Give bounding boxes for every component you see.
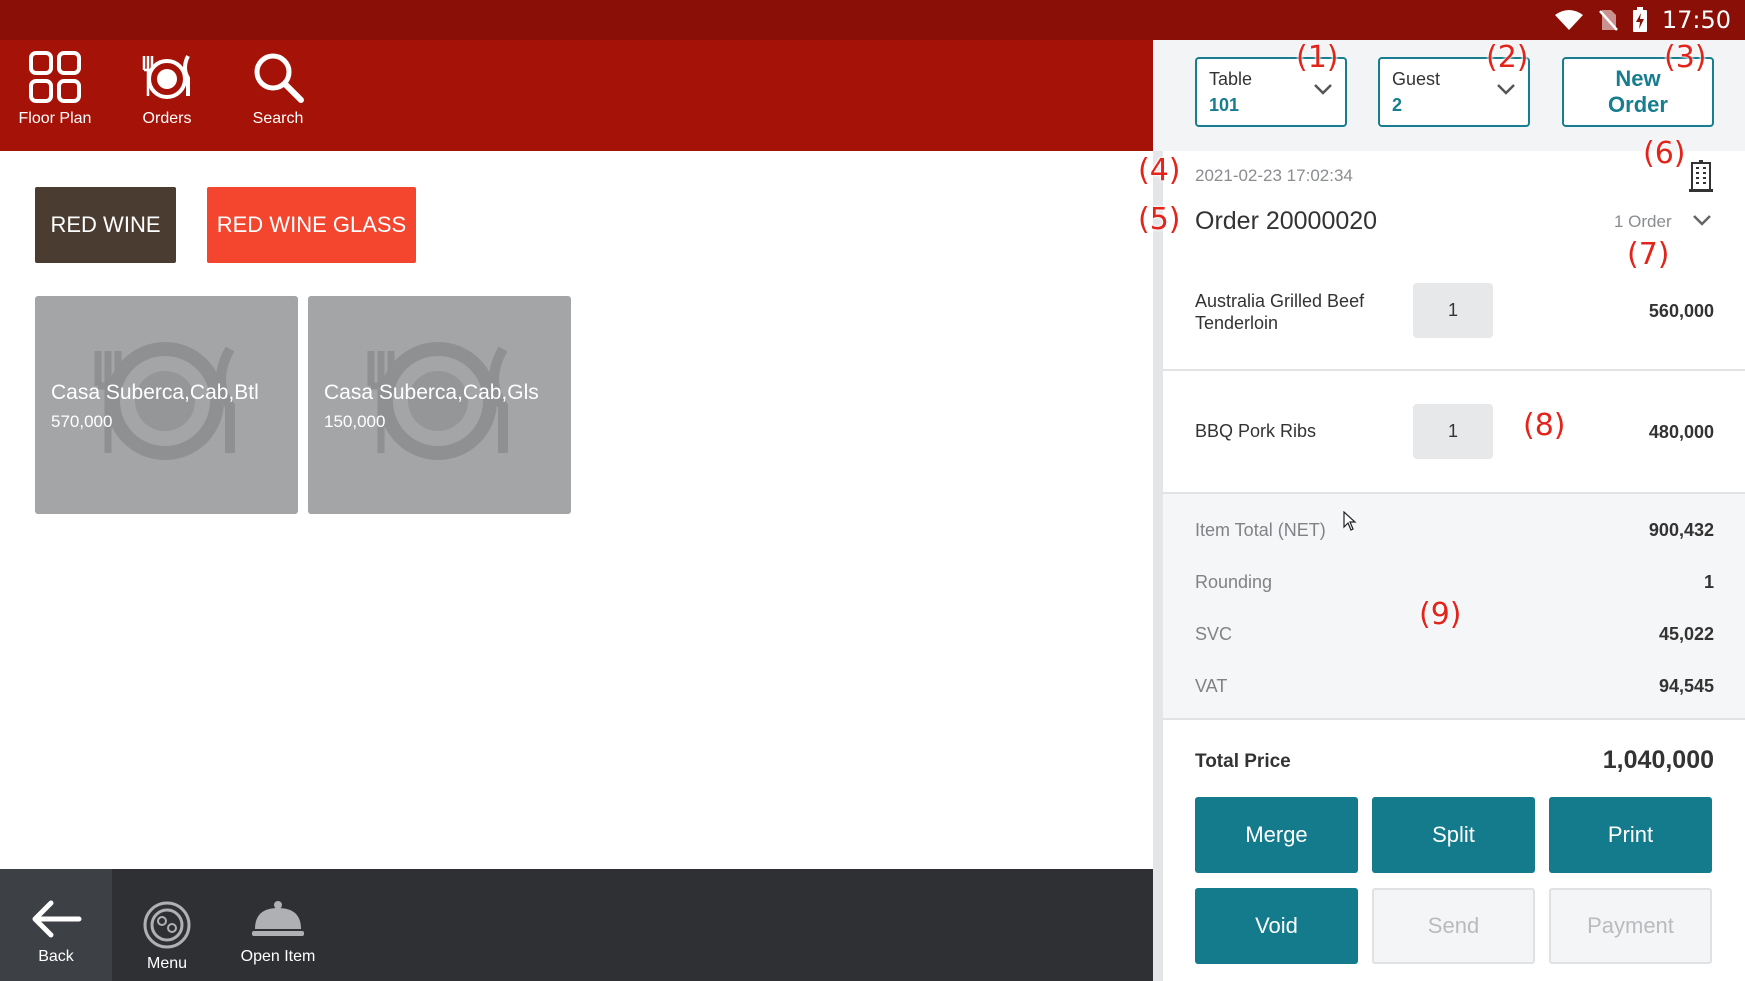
new-order-label-2: Order (1608, 92, 1668, 117)
svc-label: SVC (1195, 624, 1233, 644)
building-icon[interactable] (1689, 160, 1713, 192)
panel-divider (1153, 151, 1163, 981)
category-red-wine[interactable]: RED WINE (35, 187, 176, 263)
quantity-field[interactable]: 1 (1413, 283, 1493, 338)
annotation-marker: (6) (1643, 136, 1686, 171)
orders-label: Orders (142, 110, 192, 127)
annotation-marker: (5) (1138, 202, 1181, 237)
order-count[interactable]: 1 Order (1614, 212, 1672, 232)
product-card[interactable]: Casa Suberca,Cab,Btl 570,000 (35, 296, 298, 514)
chevron-down-icon[interactable] (1692, 214, 1712, 226)
wifi-icon (1554, 10, 1583, 30)
svc-value: 45,022 (1658, 624, 1714, 644)
menu-label: Menu (146, 955, 188, 972)
back-arrow-icon (32, 900, 82, 938)
chevron-down-icon (1314, 84, 1332, 95)
print-button[interactable]: Print (1549, 797, 1712, 873)
menu-button[interactable]: Menu (111, 869, 223, 981)
floor-plan-icon (29, 51, 81, 103)
order-item-price: 560,000 (1648, 301, 1714, 321)
total-price-label: Total Price (1195, 751, 1291, 772)
annotation-marker: (2) (1486, 40, 1529, 75)
open-item-label: Open Item (240, 948, 316, 965)
bottom-bar: Back Menu Open Item (0, 869, 1153, 981)
annotation-marker: (8) (1523, 408, 1566, 443)
merge-button[interactable]: Merge (1195, 797, 1358, 873)
annotation-marker: (9) (1419, 597, 1462, 632)
annotation-marker: (4) (1138, 153, 1181, 188)
payment-button[interactable]: Payment (1549, 888, 1712, 964)
annotation-marker: (3) (1664, 40, 1707, 75)
order-item-name[interactable]: BBQ Pork Ribs (1195, 421, 1316, 442)
product-name: Casa Suberca,Cab,Gls (324, 381, 539, 404)
search-label: Search (252, 110, 304, 127)
battery-charging-icon (1632, 7, 1647, 32)
product-price: 150,000 (324, 412, 386, 431)
send-button[interactable]: Send (1372, 888, 1535, 964)
item-name-line: Australia Grilled Beef (1195, 291, 1365, 311)
mouse-cursor-icon (1343, 511, 1357, 531)
category-red-wine-glass[interactable]: RED WINE GLASS (207, 187, 416, 263)
order-datetime: 2021-02-23 17:02:34 (1195, 166, 1353, 185)
product-name: Casa Suberca,Cab,Btl (51, 381, 259, 404)
split-button[interactable]: Split (1372, 797, 1535, 873)
clock: 17:50 (1661, 6, 1731, 34)
quantity-field[interactable]: 1 (1413, 404, 1493, 459)
status-icons: 17:50 (1554, 6, 1731, 34)
product-price: 570,000 (51, 412, 113, 431)
annotation-marker: (1) (1296, 40, 1339, 75)
item-total-label: Item Total (NET) (1195, 520, 1326, 540)
back-label: Back (38, 948, 74, 965)
item-total-value: 900,432 (1648, 520, 1714, 540)
status-bar: 17:50 (0, 0, 1745, 40)
no-sim-icon (1598, 10, 1618, 31)
search-button[interactable]: Search (228, 50, 328, 128)
chevron-down-icon (1497, 84, 1515, 95)
total-price-value: 1,040,000 (1602, 746, 1714, 774)
search-icon (254, 53, 304, 103)
divider (1163, 369, 1745, 371)
product-card[interactable]: Casa Suberca,Cab,Gls 150,000 (308, 296, 571, 514)
back-button[interactable]: Back (0, 869, 112, 981)
cloche-icon (252, 901, 304, 936)
rounding-value: 1 (1703, 572, 1714, 592)
void-button[interactable]: Void (1195, 888, 1358, 964)
menu-dish-icon (143, 901, 191, 949)
orders-button[interactable]: Orders (117, 50, 217, 128)
open-item-button[interactable]: Open Item (222, 869, 334, 981)
divider (1163, 718, 1745, 720)
top-toolbar: Floor Plan Orders Search (0, 40, 1153, 151)
order-item-price: 480,000 (1648, 422, 1714, 442)
item-name-line: Tenderloin (1195, 313, 1279, 333)
floor-plan-button[interactable]: Floor Plan (5, 50, 105, 128)
order-item-name[interactable]: Australia Grilled Beef Tenderloin (1195, 290, 1364, 334)
table-value: 101 (1209, 95, 1240, 115)
orders-icon (142, 55, 190, 99)
guest-value: 2 (1392, 95, 1403, 115)
order-title: Order 20000020 (1195, 207, 1378, 235)
annotation-marker: (7) (1627, 237, 1670, 272)
rounding-label: Rounding (1195, 572, 1273, 592)
vat-value: 94,545 (1658, 676, 1714, 696)
floor-plan-label: Floor Plan (18, 110, 92, 127)
vat-label: VAT (1195, 676, 1228, 696)
